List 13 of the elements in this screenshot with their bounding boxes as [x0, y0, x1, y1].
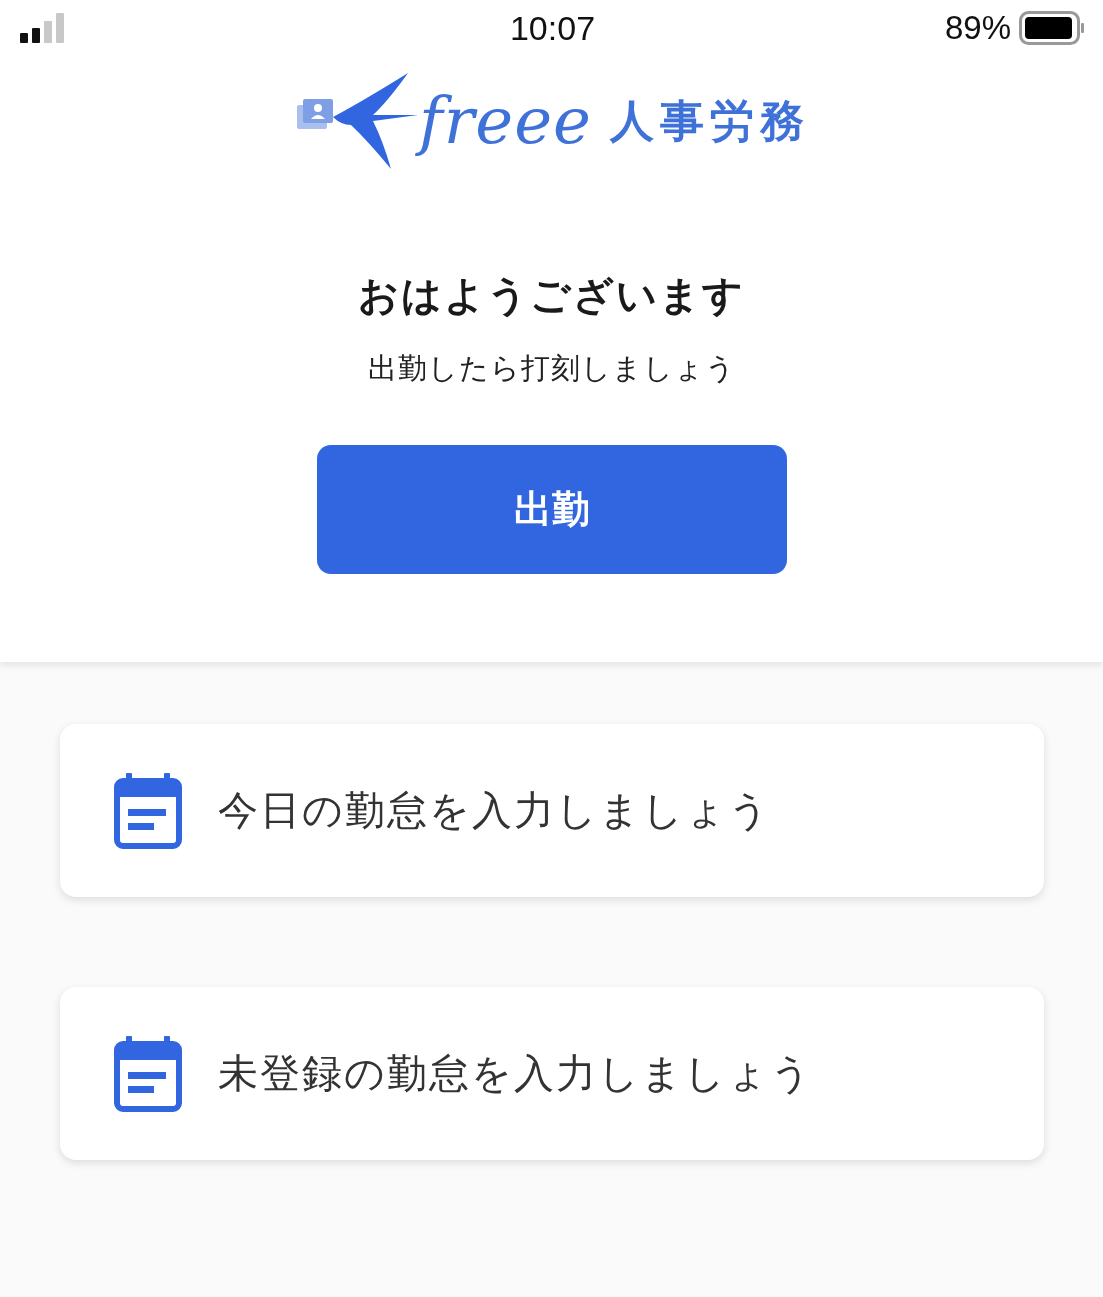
task-label: 未登録の勤怠を入力しましょう [218, 1049, 813, 1098]
task-card[interactable]: 未登録の勤怠を入力しましょう [60, 987, 1044, 1160]
greeting-subtitle: 出勤したら打刻しましょう [367, 350, 736, 387]
calendar-icon [114, 772, 182, 849]
clock-in-button[interactable]: 出勤 [316, 445, 787, 574]
battery-icon [1019, 11, 1085, 45]
status-time: 10:07 [509, 8, 596, 48]
task-label: 今日の勤怠を入力しましょう [218, 786, 771, 835]
task-card[interactable]: 今日の勤怠を入力しましょう [60, 724, 1044, 897]
calendar-icon [114, 1035, 182, 1112]
battery-percentage: 89% [944, 9, 1011, 47]
product-name: 人事労務 [609, 93, 810, 148]
greeting-title: おはようございます [358, 271, 745, 320]
